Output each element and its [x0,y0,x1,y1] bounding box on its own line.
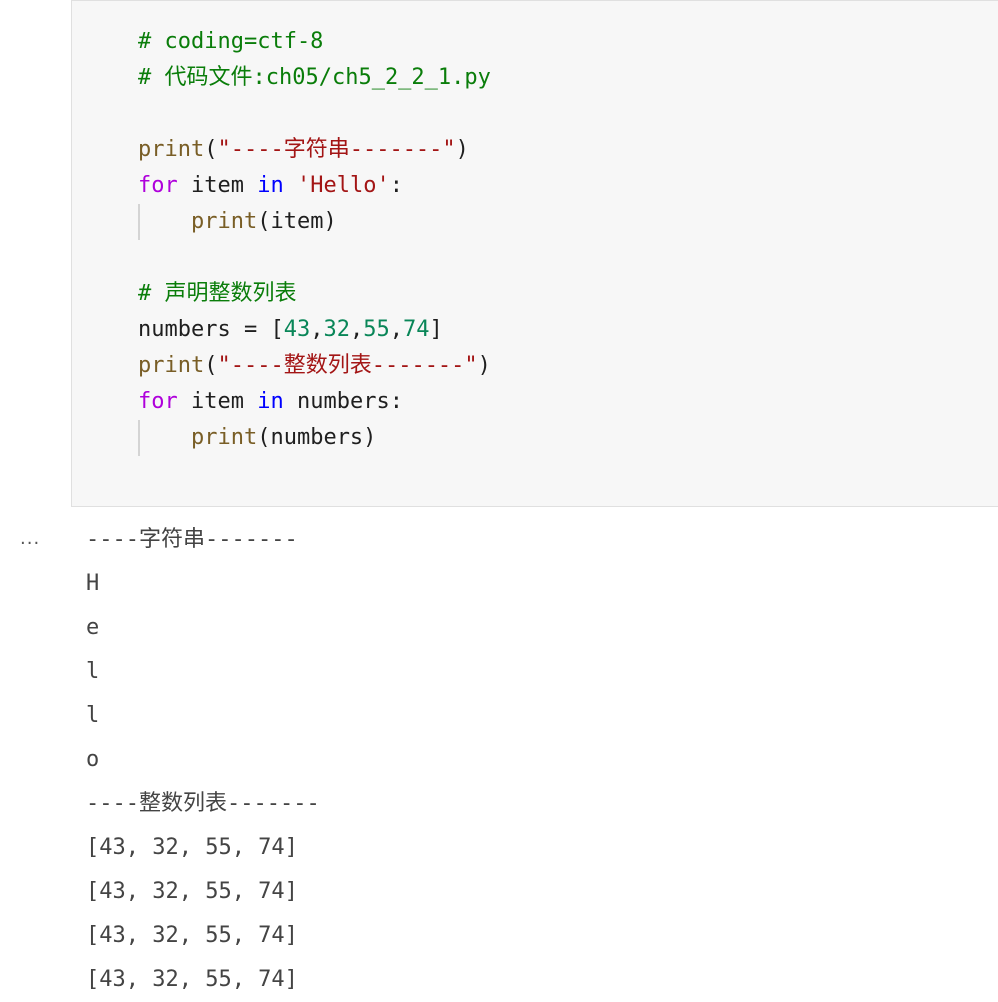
code-token: ( [204,137,218,162]
code-token: "----字符串-------" [217,137,456,162]
code-line: for item in 'Hello': [138,168,491,204]
code-token: 74 [402,317,430,342]
output-line: [43, 32, 55, 74] [86,967,298,992]
code-token: in [257,173,284,198]
code-line: for item in numbers: [138,384,491,420]
output-line: ----整数列表------- [86,791,320,816]
indent-guide [138,420,140,456]
code-line: print(item) [138,204,491,240]
output-line: [43, 32, 55, 74] [86,835,298,860]
code-line: # coding=ctf-8 [138,24,491,60]
output-line: e [86,615,100,640]
cell-output: ----字符串------- He l l o ----整数列表------- [43, 3… [86,518,320,1002]
indent-guide [138,204,140,240]
code-line: print("----字符串-------") [138,132,491,168]
output-line: l [86,659,100,684]
output-line: H [86,571,100,596]
code-line: print(numbers) [138,420,491,456]
code-token: # 代码文件:ch05/ch5_2_2_1.py [138,65,491,90]
code-token: print [138,353,205,378]
code-token: 32 [323,317,350,342]
code-token: 55 [363,317,390,342]
code-token: # 声明整数列表 [138,281,297,306]
code-token: numbers: [283,389,403,414]
code-token: ) [455,137,469,162]
output-line: l [86,703,100,728]
output-line: [43, 32, 55, 74] [86,923,298,948]
code-editor[interactable]: # coding=ctf-8 # 代码文件:ch05/ch5_2_2_1.pypr… [138,24,491,456]
code-token: print [190,425,258,450]
output-more-icon[interactable]: ... [20,528,40,549]
code-token: item [177,389,258,414]
code-token: , [310,317,324,342]
code-line: # 代码文件:ch05/ch5_2_2_1.py [138,60,491,96]
output-line: [43, 32, 55, 74] [86,879,298,904]
code-token: ) [477,353,491,378]
code-token: , [349,317,364,342]
code-token: numbers = [ [138,317,284,342]
code-token: for [138,389,178,414]
code-token: # coding=ctf-8 [138,29,324,54]
code-token: for [138,173,178,198]
code-token: print [138,137,205,162]
code-line: print("----整数列表-------") [138,348,491,384]
code-token: 43 [283,317,311,342]
code-token: ( [204,353,218,378]
code-token: 'Hello' [296,173,390,198]
code-token: "----整数列表-------" [217,353,478,378]
output-line: ----字符串------- [86,527,298,552]
code-token: , [389,317,403,342]
code-token: in [257,389,284,414]
code-token: : [389,173,403,198]
code-line: numbers = [43,32,55,74] [138,312,491,348]
code-token: ] [429,317,443,342]
code-token: item [177,173,258,198]
code-token: (item) [257,209,337,234]
output-line: o [86,747,100,772]
code-token: (numbers) [257,425,377,450]
code-line: # 声明整数列表 [138,276,491,312]
code-token: print [190,209,258,234]
